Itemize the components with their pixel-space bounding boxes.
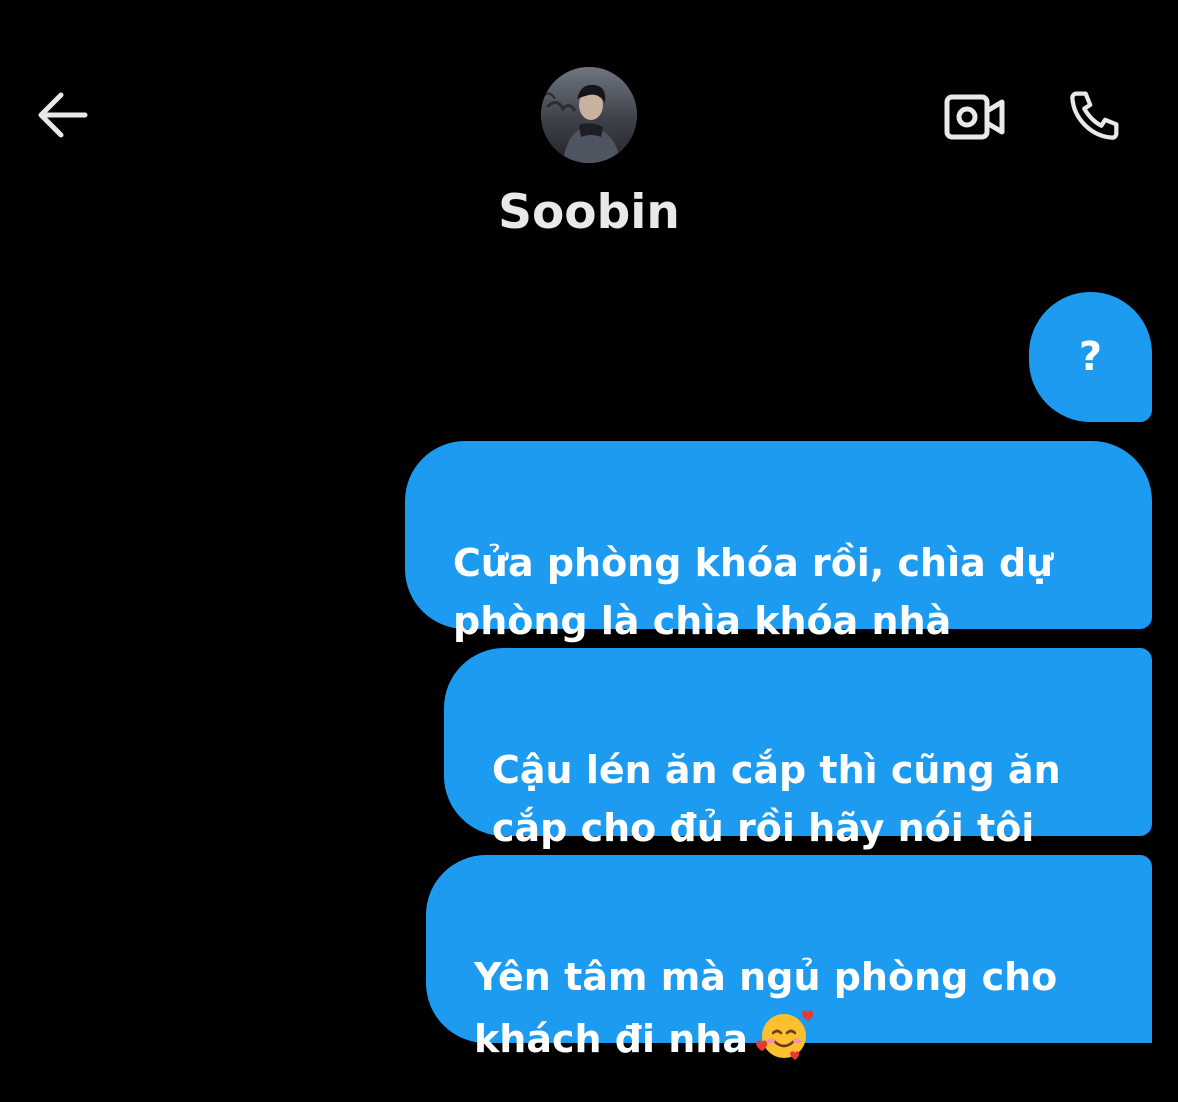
back-button[interactable]	[28, 84, 94, 146]
video-camera-icon	[944, 94, 1005, 140]
phone-icon	[1070, 91, 1119, 140]
message-bubble[interactable]: Cửa phòng khóa rồi, chìa dự phòng là chì…	[405, 441, 1152, 643]
message-text: ?	[1078, 334, 1103, 380]
video-call-button[interactable]	[938, 84, 1012, 150]
avatar[interactable]	[541, 67, 637, 163]
voice-call-button[interactable]	[1058, 78, 1132, 152]
contact-avatar-photo	[541, 67, 637, 163]
message-text: Cậu lén ăn cắp thì cũng ăn cắp cho đủ rồ…	[492, 748, 1061, 850]
smiling-face-with-hearts-icon	[754, 1006, 814, 1078]
message-bubble[interactable]: Yên tâm mà ngủ phòng cho khách đi nha	[426, 855, 1152, 1061]
message-bubble[interactable]: ?	[1029, 292, 1152, 422]
message-bubble[interactable]: Cậu lén ăn cắp thì cũng ăn cắp cho đủ rồ…	[444, 648, 1152, 850]
message-text: Cửa phòng khóa rồi, chìa dự phòng là chì…	[453, 541, 1054, 643]
arrow-left-icon	[38, 92, 88, 138]
contact-name[interactable]: Soobin	[0, 182, 1178, 244]
